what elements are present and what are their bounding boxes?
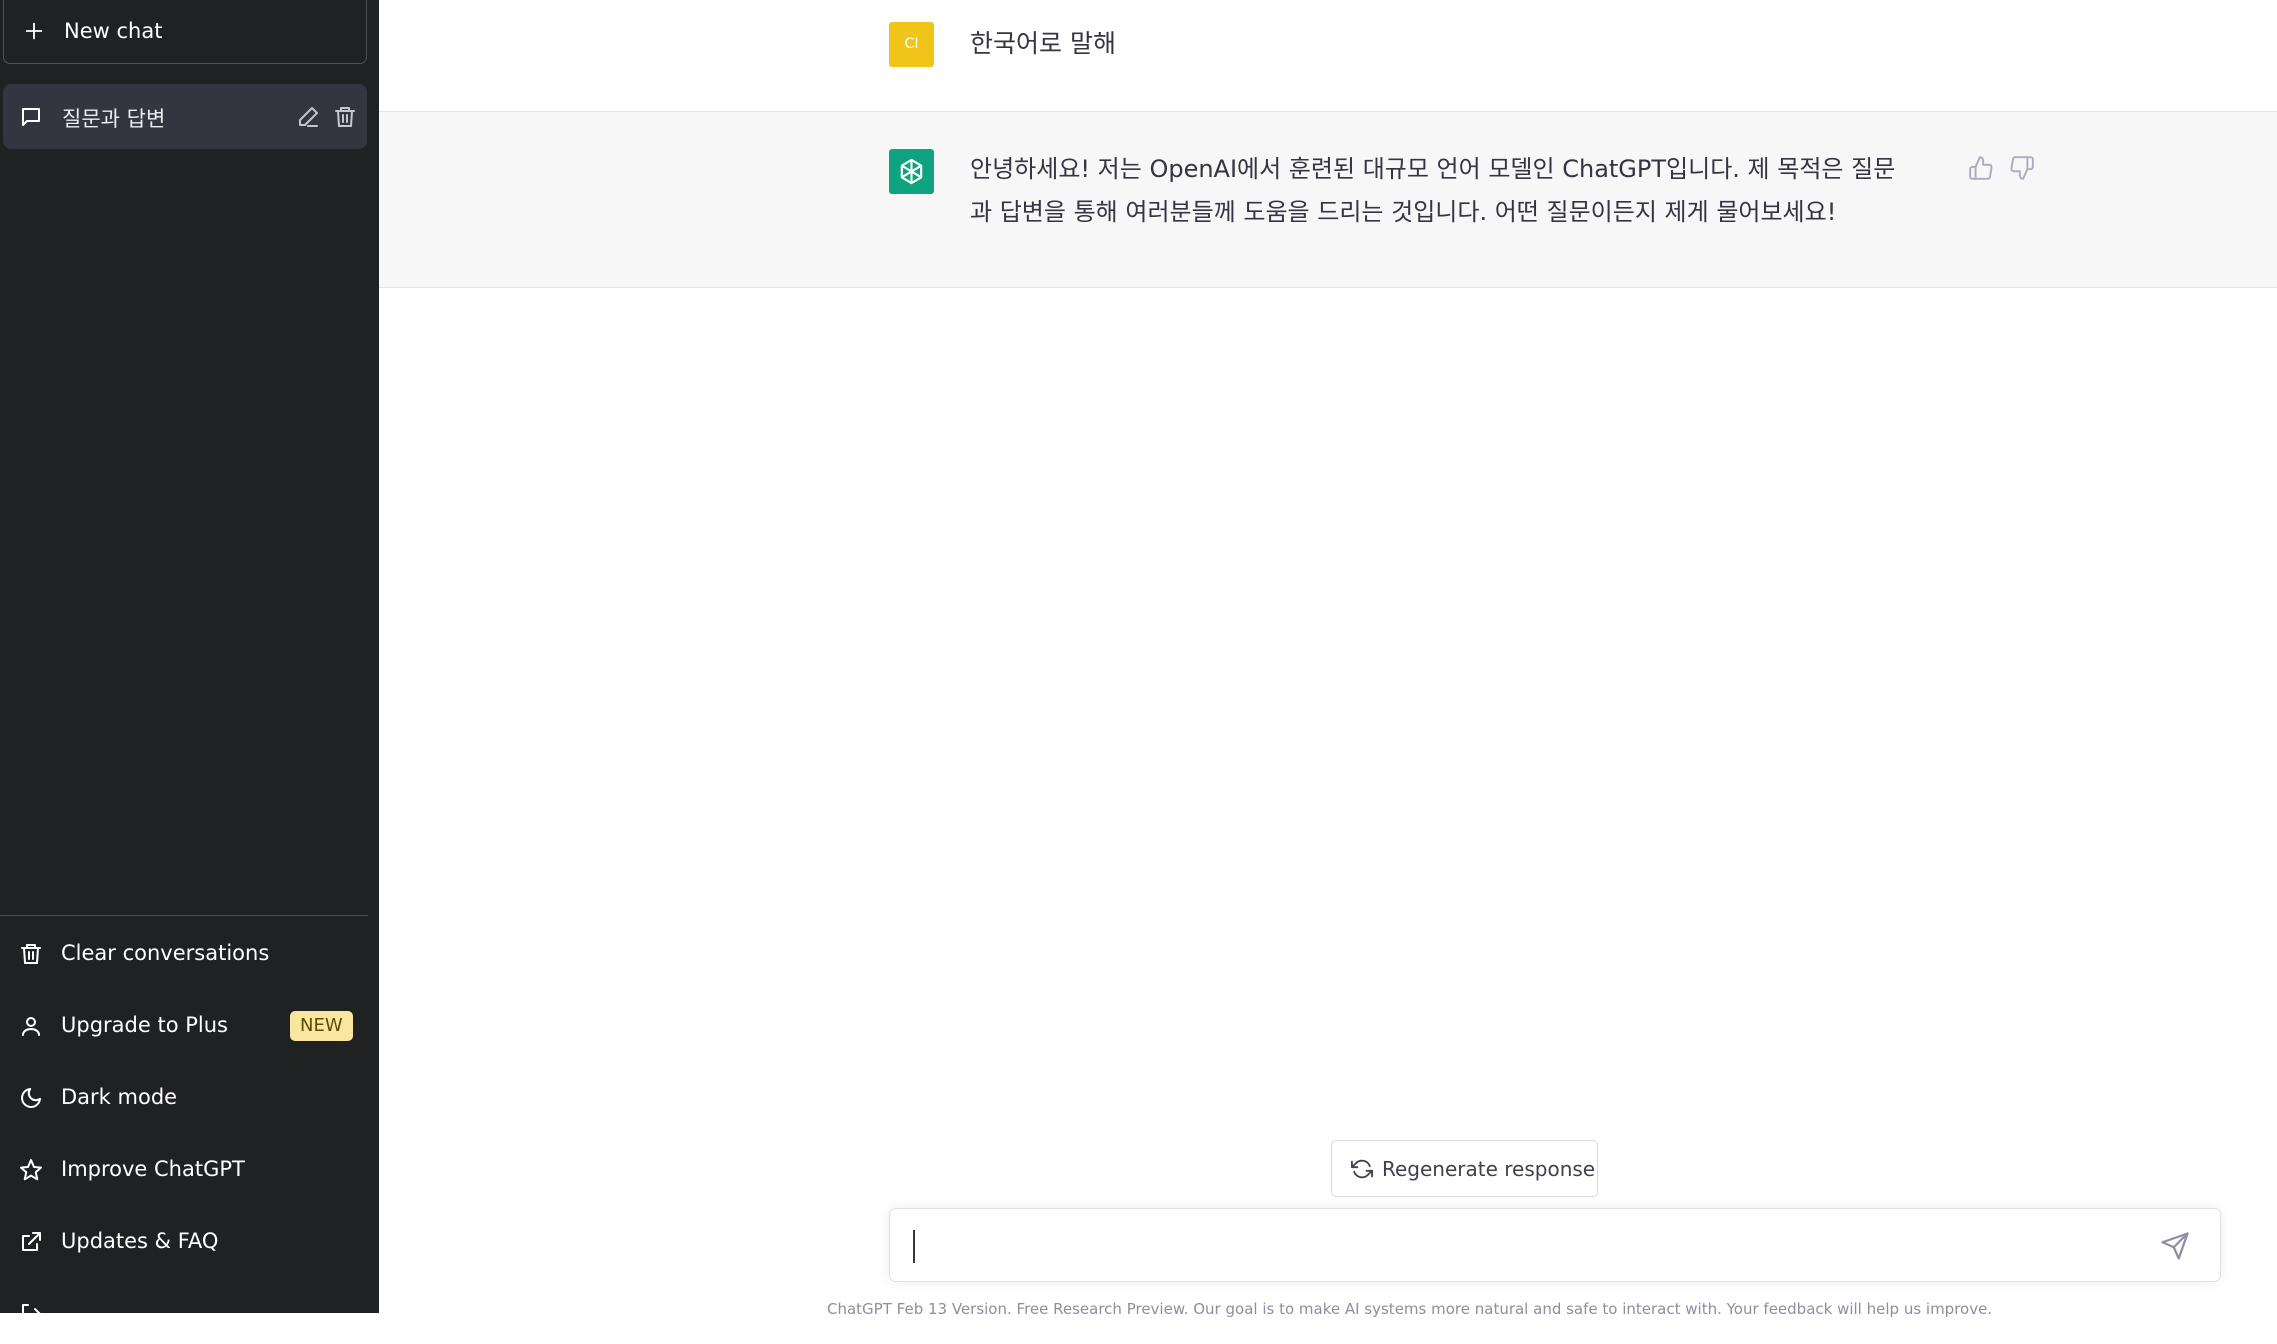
logout-icon — [22, 1304, 41, 1324]
updates-faq-label: Updates & FAQ — [61, 1229, 219, 1253]
conversation-title: 질문과 답변 — [62, 107, 166, 131]
assistant-message-line: 안녕하세요! 저는 OpenAI에서 훈련된 대규모 언어 모델인 ChatGP… — [970, 155, 1896, 183]
user-message-row: CI 한국어로 말해 — [379, 0, 2277, 112]
user-message: 한국어로 말해 — [970, 29, 1116, 58]
openai-logo-icon — [900, 158, 923, 185]
assistant-message: 안녕하세요! 저는 OpenAI에서 훈련된 대규모 언어 모델인 ChatGP… — [970, 148, 1950, 234]
upgrade-to-plus-label: Upgrade to Plus — [61, 1013, 228, 1037]
assistant-message-line: 과 답변을 통해 여러분들께 도움을 드리는 것입니다. 어떤 질문이든지 제게… — [970, 198, 1837, 226]
text-cursor — [913, 1230, 915, 1263]
send-icon[interactable] — [2160, 1231, 2190, 1261]
conversation-item[interactable]: 질문과 답변 — [3, 84, 367, 149]
new-chat-label: New chat — [64, 19, 163, 43]
message-input-box — [889, 1208, 2221, 1282]
assistant-avatar — [889, 149, 934, 194]
chat-main: CI 한국어로 말해 안녕하세요! 저는 OpenAI에서 훈련된 대규모 언어… — [379, 0, 2277, 1318]
star-icon — [20, 1159, 42, 1181]
external-link-icon — [22, 1232, 41, 1251]
new-chat-button[interactable]: New chat — [3, 0, 367, 64]
chat-bubble-icon — [22, 108, 40, 126]
edit-icon[interactable] — [296, 105, 320, 129]
user-icon — [22, 1017, 40, 1036]
moon-icon — [21, 1088, 41, 1108]
sidebar: New chat 질문과 답변 Clear conversations Upgr… — [0, 0, 379, 1324]
new-badge: NEW — [290, 1011, 353, 1041]
thumbs-down-icon[interactable] — [2009, 155, 2035, 181]
user-avatar: CI — [889, 22, 934, 67]
dark-mode-button[interactable]: Dark mode — [3, 1068, 367, 1128]
logout-button[interactable] — [3, 1284, 367, 1344]
improve-chatgpt-label: Improve ChatGPT — [61, 1157, 245, 1181]
clear-conversations-label: Clear conversations — [61, 941, 270, 965]
regenerate-response-button[interactable]: Regenerate response — [1331, 1140, 1598, 1197]
upgrade-to-plus-button[interactable]: Upgrade to Plus NEW — [3, 996, 367, 1056]
regenerate-response-label: Regenerate response — [1382, 1157, 1596, 1181]
trash-icon — [21, 944, 41, 964]
plus-icon — [25, 22, 43, 40]
refresh-icon — [1351, 1159, 1373, 1179]
message-input[interactable] — [910, 1226, 2150, 1266]
footer-disclaimer: ChatGPT Feb 13 Version. Free Research Pr… — [827, 1300, 1993, 1318]
clear-conversations-button[interactable]: Clear conversations — [3, 924, 367, 984]
sidebar-divider — [0, 915, 368, 916]
thumbs-up-icon[interactable] — [1968, 155, 1994, 181]
assistant-message-row: 안녕하세요! 저는 OpenAI에서 훈련된 대규모 언어 모델인 ChatGP… — [379, 112, 2277, 288]
dark-mode-label: Dark mode — [61, 1085, 178, 1109]
improve-chatgpt-button[interactable]: Improve ChatGPT — [3, 1140, 367, 1200]
updates-faq-link[interactable]: Updates & FAQ — [3, 1212, 367, 1272]
trash-icon[interactable] — [333, 105, 357, 129]
